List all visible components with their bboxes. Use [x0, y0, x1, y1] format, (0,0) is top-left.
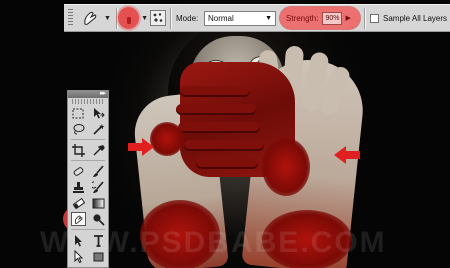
brush-panel-icon	[150, 10, 166, 26]
mode-label: Mode:	[176, 13, 199, 23]
double-chevron-icon[interactable]: ▸▸	[100, 89, 106, 97]
photo-blood-finger	[196, 158, 258, 169]
strength-control[interactable]: Strength: 90% ▶	[280, 7, 360, 29]
rectangular-marquee-icon[interactable]	[71, 106, 86, 120]
options-bar: ▼ ▼ Mode: Normal ▼ Strength: 90% ▶ Sampl…	[64, 4, 450, 32]
chevron-down-icon: ▼	[141, 14, 148, 22]
path-selection-icon[interactable]	[71, 233, 86, 247]
arrow-left-hand	[128, 138, 154, 156]
strength-input[interactable]: 90%	[322, 11, 343, 25]
arrow-right-hand	[334, 146, 360, 164]
photo-blood-finger	[184, 140, 264, 151]
chevron-down-icon: ▼	[265, 14, 272, 22]
strength-label: Strength:	[286, 13, 319, 23]
mode-dropdown[interactable]: Normal ▼	[204, 5, 276, 31]
history-brush-icon[interactable]	[91, 180, 106, 194]
separator	[116, 8, 117, 29]
move-icon[interactable]	[91, 106, 106, 120]
sample-all-layers-option[interactable]: Sample All Layers	[370, 5, 447, 31]
smudge-finger-icon	[84, 11, 97, 25]
options-bar-grip[interactable]	[68, 9, 73, 27]
brush-preset-picker[interactable]: ▼	[118, 5, 148, 31]
lasso-icon[interactable]	[71, 122, 86, 136]
clone-stamp-icon[interactable]	[71, 180, 86, 194]
rectangle-shape-icon[interactable]	[91, 249, 106, 263]
photo-blood-finger	[176, 104, 256, 115]
chevron-down-icon: ▼	[104, 14, 111, 22]
brush-icon[interactable]	[91, 164, 106, 178]
eyedropper-icon[interactable]	[91, 143, 106, 157]
spot-healing-icon[interactable]	[71, 164, 86, 178]
dodge-icon[interactable]	[91, 212, 106, 226]
tools-panel-titlebar[interactable]: ▸▸	[68, 89, 108, 98]
tool-preset-picker[interactable]: ▼	[78, 5, 114, 31]
type-icon[interactable]	[91, 233, 106, 247]
tools-panel: ▸▸	[67, 90, 109, 268]
chevron-right-icon[interactable]: ▶	[345, 14, 350, 22]
photo-blood-splash	[262, 138, 310, 196]
sample-all-layers-label: Sample All Layers	[383, 13, 448, 23]
tools-panel-grip[interactable]	[72, 99, 104, 104]
photo-blood-finger	[180, 86, 250, 97]
separator	[170, 8, 171, 29]
magic-wand-icon[interactable]	[91, 122, 106, 136]
photo-blood-splash	[150, 122, 184, 156]
crop-icon[interactable]	[71, 143, 86, 157]
gradient-icon[interactable]	[91, 196, 106, 210]
direct-select-icon[interactable]	[71, 249, 86, 263]
sample-all-layers-checkbox[interactable]	[370, 13, 379, 23]
eraser-icon[interactable]	[71, 196, 86, 210]
toggle-brush-panel-button[interactable]	[148, 5, 168, 31]
smudge-icon[interactable]	[70, 212, 86, 226]
photo-blood-finger	[178, 122, 260, 133]
mode-value: Normal	[208, 13, 234, 23]
brush-size-icon	[118, 7, 140, 29]
separator	[364, 8, 365, 29]
